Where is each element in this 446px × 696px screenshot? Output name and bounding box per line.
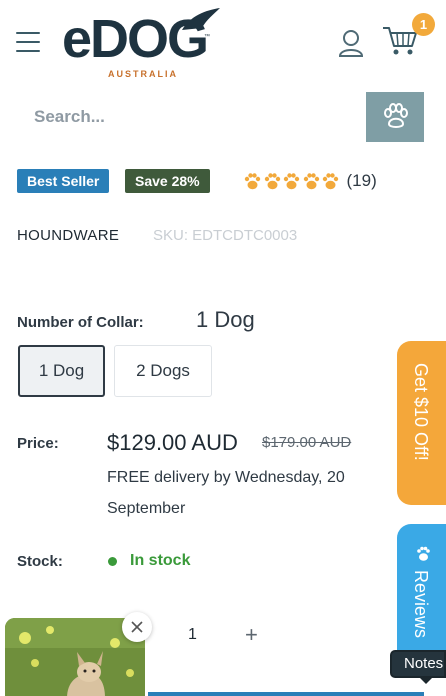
best-seller-badge: Best Seller	[17, 169, 110, 193]
cart-count-badge: 1	[412, 13, 435, 36]
paw-search-icon	[384, 103, 408, 128]
menu-bar	[16, 41, 40, 43]
product-vendor[interactable]: HOUNDWARE	[17, 227, 119, 244]
product-sku: SKU: EDTCDTC0003	[153, 227, 298, 244]
variant-selected-value: 1 Dog	[196, 307, 255, 332]
logo-trademark: ™	[204, 34, 210, 40]
menu-bar	[16, 32, 40, 34]
variant-option-1-dog[interactable]: 1 Dog	[18, 345, 105, 397]
discount-offer-label: Get $10 Off!	[411, 363, 431, 461]
logo-tagline: AUSTRALIA	[108, 69, 178, 79]
paw-star-icon	[283, 173, 300, 190]
close-icon	[131, 621, 143, 633]
paw-star-icon	[322, 173, 339, 190]
menu-bar	[16, 50, 40, 52]
close-video-button[interactable]	[122, 612, 152, 642]
variant-option-2-dogs[interactable]: 2 Dogs	[114, 345, 212, 397]
notes-pointer	[420, 678, 432, 684]
delivery-info: FREE delivery by Wednesday, 20 September	[107, 469, 345, 517]
notes-button[interactable]: Notes	[390, 650, 446, 678]
logo[interactable]: eDOG ™ AUSTRALIA	[62, 6, 222, 80]
search-button[interactable]	[366, 92, 424, 142]
stock-label: Stock:	[17, 553, 63, 570]
search-input[interactable]	[16, 92, 366, 142]
logo-swoosh-icon	[182, 8, 220, 30]
in-stock-dot-icon	[108, 557, 117, 566]
review-rating[interactable]: (19)	[243, 170, 377, 192]
paw-star-icon	[264, 173, 280, 190]
paw-star-icon	[303, 173, 319, 190]
account-icon[interactable]	[338, 29, 364, 57]
discount-offer-tab[interactable]: Get $10 Off!	[397, 341, 446, 505]
variant-label: Number of Collar:	[17, 314, 144, 331]
add-to-cart-bar-edge	[148, 692, 424, 696]
search-bar	[0, 92, 424, 142]
paw-icon	[417, 546, 430, 561]
paw-rating-stars	[243, 172, 341, 190]
stock-status: In stock	[130, 552, 191, 569]
compare-at-price: $179.00 AUD	[262, 434, 352, 451]
quantity-value[interactable]: 1	[188, 626, 197, 644]
hamburger-menu-button[interactable]	[16, 32, 40, 52]
price-label: Price:	[17, 435, 59, 452]
reviews-label: Reviews	[411, 570, 431, 639]
paw-star-icon	[244, 173, 261, 190]
quantity-increase-button[interactable]: +	[245, 622, 258, 648]
save-percent-badge: Save 28%	[125, 169, 210, 193]
current-price: $129.00 AUD	[107, 430, 238, 455]
review-count: (19)	[346, 171, 377, 190]
